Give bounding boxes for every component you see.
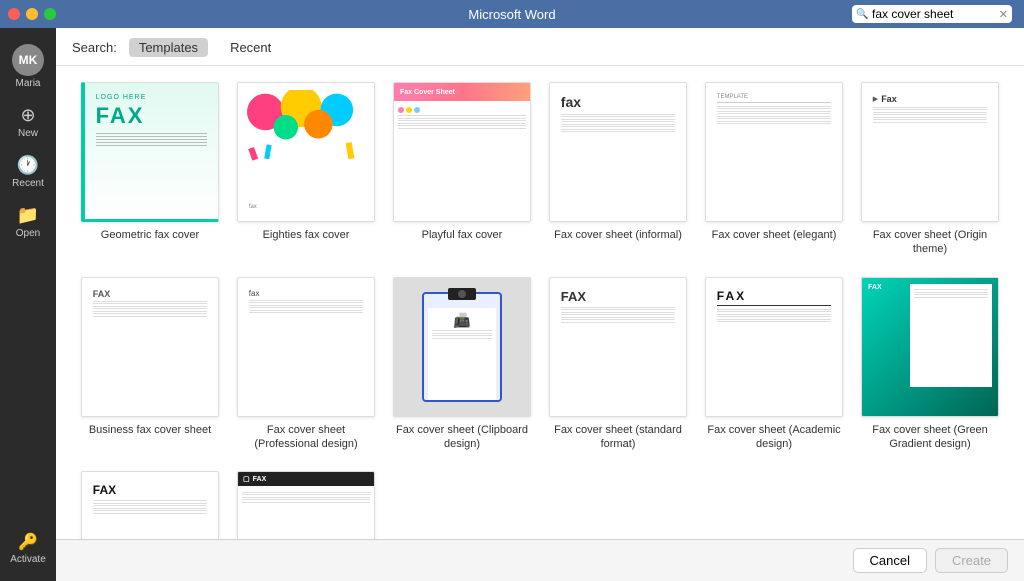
template-label-elegant: Fax cover sheet (elegant)	[712, 228, 837, 242]
search-bar: 🔍 ✕	[852, 5, 1012, 23]
template-thumb-academic: FAX	[705, 277, 843, 417]
template-thumb-standard: FAX	[549, 277, 687, 417]
template-informal[interactable]: fax Fax cover sheet (informal)	[548, 82, 688, 257]
cancel-button[interactable]: Cancel	[853, 548, 927, 573]
template-thumb-elegant: TEMPLATE	[705, 82, 843, 222]
new-icon: ⊕	[20, 105, 35, 126]
templates-grid: LOGO HERE FAX Geometric fax cover	[56, 66, 1024, 539]
sidebar-recent-label: Recent	[12, 178, 44, 189]
template-label-informal: Fax cover sheet (informal)	[554, 228, 682, 242]
template-thumb-business: FAX	[81, 277, 219, 417]
template-label-playful: Playful fax cover	[422, 228, 503, 242]
template-label-geometric: Geometric fax cover	[101, 228, 199, 242]
sidebar-activate-label: Activate	[10, 554, 46, 565]
tab-templates[interactable]: Templates	[129, 38, 208, 57]
create-button[interactable]: Create	[935, 548, 1008, 573]
minimize-button[interactable]	[26, 8, 38, 20]
maximize-button[interactable]	[44, 8, 56, 20]
template-playful[interactable]: Fax Cover Sheet	[392, 82, 532, 257]
template-thumb-geometric: LOGO HERE FAX	[81, 82, 219, 222]
content-area: Search: Templates Recent LOGO HERE FAX	[56, 28, 1024, 581]
search-input[interactable]	[852, 5, 1012, 23]
titlebar: Microsoft Word 🔍 ✕	[0, 0, 1024, 28]
sidebar-user-label: Maria	[15, 78, 40, 89]
template-label-origin: Fax cover sheet (Origin theme)	[861, 228, 999, 257]
template-business[interactable]: FAX Business fax cover sheet	[80, 277, 220, 452]
template-thumb-informal: fax	[549, 82, 687, 222]
app-title: Microsoft Word	[468, 7, 555, 22]
sidebar-item-new[interactable]: ⊕ New	[4, 99, 52, 145]
template-thumb-eighties: fax	[237, 82, 375, 222]
template-thumb-playful: Fax Cover Sheet	[393, 82, 531, 222]
template-label-academic: Fax cover sheet (Academic design)	[705, 423, 843, 452]
template-standard[interactable]: FAX Fax cover sheet (standard format)	[548, 277, 688, 452]
template-label-clipboard: Fax cover sheet (Clipboard design)	[393, 423, 531, 452]
footer: Cancel Create	[56, 539, 1024, 581]
template-thumb-median: ▢FAX	[237, 471, 375, 539]
template-thumb-green-gradient: FAX	[861, 277, 999, 417]
search-label: Search:	[72, 40, 117, 55]
template-origin[interactable]: ▶ Fax Fax cover sheet (Origin theme)	[860, 82, 1000, 257]
template-eighties[interactable]: fax Eighties fax cover	[236, 82, 376, 257]
search-clear-icon[interactable]: ✕	[999, 8, 1008, 21]
template-clipboard[interactable]: 📠 Fax cover sheet (Clipboard design)	[392, 277, 532, 452]
template-label-green-gradient: Fax cover sheet (Green Gradient design)	[861, 423, 999, 452]
template-label-business: Business fax cover sheet	[89, 423, 211, 437]
open-icon: 📁	[17, 205, 39, 226]
sidebar-open-label: Open	[16, 228, 40, 239]
template-label-professional: Fax cover sheet (Professional design)	[237, 423, 375, 452]
avatar: MK	[12, 44, 44, 76]
template-elegant[interactable]: TEMPLATE Fax cover sheet (elegant)	[704, 82, 844, 257]
template-thumb-professional: fax	[237, 277, 375, 417]
sidebar-new-label: New	[18, 128, 38, 139]
sidebar-item-recent[interactable]: 🕐 Recent	[4, 149, 52, 195]
sidebar: MK Maria ⊕ New 🕐 Recent 📁 Open 🔑 Activat…	[0, 28, 56, 581]
template-geometric[interactable]: LOGO HERE FAX Geometric fax cover	[80, 82, 220, 257]
template-green-gradient[interactable]: FAX Fax cover sheet (Green Gradient desi…	[860, 277, 1000, 452]
template-thumb-origin: ▶ Fax	[861, 82, 999, 222]
traffic-lights	[8, 8, 56, 20]
template-academic[interactable]: FAX Fax cover sheet (Academic design)	[704, 277, 844, 452]
main-layout: MK Maria ⊕ New 🕐 Recent 📁 Open 🔑 Activat…	[0, 28, 1024, 581]
close-button[interactable]	[8, 8, 20, 20]
template-median[interactable]: ▢FAX Fax (Median theme)	[236, 471, 376, 539]
search-row: Search: Templates Recent	[56, 28, 1024, 66]
template-label-standard: Fax cover sheet (standard format)	[549, 423, 687, 452]
template-equity[interactable]: FAX Fax (Equity theme)	[80, 471, 220, 539]
tab-recent[interactable]: Recent	[220, 38, 281, 57]
sidebar-bottom: 🔑 Activate	[4, 526, 52, 571]
recent-icon: 🕐	[17, 155, 39, 176]
sidebar-item-open[interactable]: 📁 Open	[4, 199, 52, 245]
template-thumb-clipboard: 📠	[393, 277, 531, 417]
search-icon: 🔍	[856, 9, 868, 20]
sidebar-item-activate[interactable]: 🔑 Activate	[4, 526, 52, 571]
sidebar-item-user[interactable]: MK Maria	[4, 38, 52, 95]
template-professional[interactable]: fax Fax cover sheet (Professional design…	[236, 277, 376, 452]
template-label-eighties: Eighties fax cover	[263, 228, 350, 242]
template-thumb-equity: FAX	[81, 471, 219, 539]
activate-icon: 🔑	[18, 532, 38, 552]
